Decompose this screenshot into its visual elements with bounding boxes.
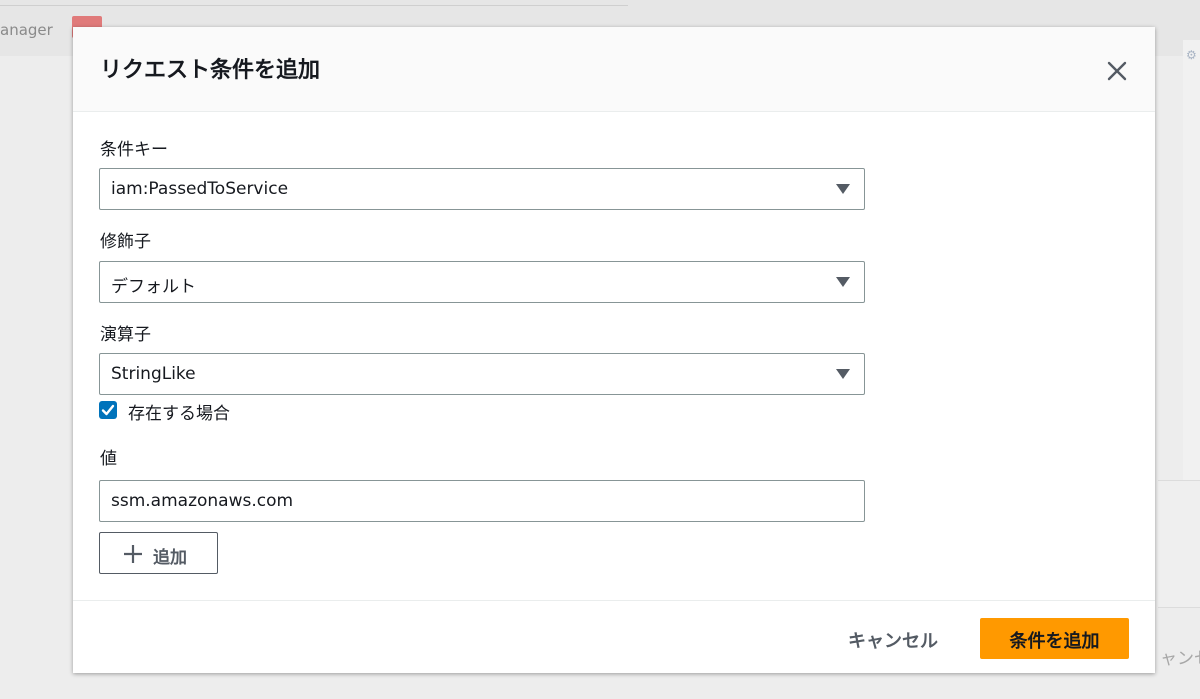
close-icon: [1107, 61, 1127, 81]
value-input[interactable]: ssm.amazonaws.com: [99, 480, 865, 522]
if-exists-checkbox[interactable]: [99, 401, 117, 419]
operator-select[interactable]: StringLike: [99, 353, 865, 395]
if-exists-label: 存在する場合: [128, 404, 230, 424]
operator-value: StringLike: [111, 364, 196, 384]
cancel-button[interactable]: キャンセル: [833, 618, 945, 658]
condition-key-value: iam:PassedToService: [111, 179, 289, 199]
condition-key-select[interactable]: iam:PassedToService: [99, 168, 865, 210]
cancel-button-label: キャンセル: [848, 631, 938, 652]
caret-down-icon: [836, 184, 850, 194]
value-input-text: ssm.amazonaws.com: [111, 491, 294, 511]
add-condition-button-label: 条件を追加: [1009, 631, 1100, 652]
close-button[interactable]: [1101, 55, 1133, 87]
caret-down-icon: [836, 369, 850, 379]
condition-key-label: 条件キー: [100, 140, 168, 160]
background-divider: [0, 5, 628, 6]
add-request-condition-modal: リクエスト条件を追加 条件キー iam:PassedToService 修飾子 …: [73, 27, 1155, 673]
qualifier-label: 修飾子: [100, 232, 151, 252]
modal-header: リクエスト条件を追加: [73, 27, 1155, 112]
modal-title: リクエスト条件を追加: [100, 58, 321, 83]
checkmark-icon: [101, 404, 115, 416]
background-manager-text: anager: [0, 21, 53, 39]
value-label: 値: [100, 449, 117, 469]
qualifier-value: デフォルト: [111, 277, 196, 297]
add-button-label: 追加: [153, 548, 187, 568]
add-condition-button[interactable]: 条件を追加: [980, 618, 1129, 659]
operator-label: 演算子: [100, 325, 151, 345]
qualifier-select[interactable]: デフォルト: [99, 261, 865, 303]
background-cancel-text: ャンセ: [1160, 649, 1200, 669]
add-value-button[interactable]: 追加: [99, 532, 218, 574]
caret-down-icon: [836, 277, 850, 287]
background-panel: [1158, 480, 1200, 608]
background-settings-icon: ⚙: [1186, 48, 1197, 62]
modal-footer: キャンセル 条件を追加: [73, 600, 1155, 673]
plus-icon: [124, 545, 142, 563]
